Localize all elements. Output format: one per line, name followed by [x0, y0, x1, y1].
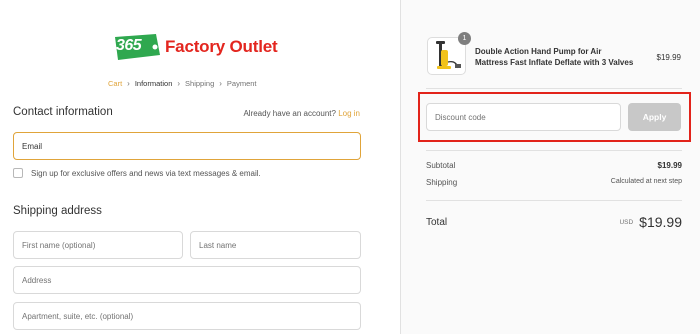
email-field[interactable]: Email [13, 132, 361, 160]
total-label: Total [426, 216, 448, 228]
total-row: Total USD $19.99 [426, 214, 682, 230]
account-prompt: Already have an account? Log in [243, 109, 360, 118]
product-price: $19.99 [656, 53, 681, 62]
first-name-placeholder: First name (optional) [22, 240, 96, 250]
contact-section-title: Contact information [13, 106, 113, 118]
breadcrumb-cart[interactable]: Cart [108, 79, 122, 88]
address-placeholder: Address [22, 275, 52, 285]
divider [426, 150, 682, 151]
marketing-label: Sign up for exclusive offers and news vi… [31, 168, 261, 178]
last-name-placeholder: Last name [199, 240, 237, 250]
last-name-field[interactable]: Last name [190, 231, 361, 259]
subtotal-row: Subtotal $19.99 [426, 161, 682, 170]
total-amount: USD $19.99 [619, 214, 682, 230]
chevron-right-icon: › [219, 79, 222, 88]
shipping-label: Shipping [426, 178, 458, 187]
discount-code-input[interactable]: Discount code [426, 103, 621, 131]
logo-number: 365 [116, 37, 142, 54]
chevron-right-icon: › [127, 79, 130, 88]
apartment-placeholder: Apartment, suite, etc. (optional) [22, 311, 134, 321]
email-placeholder: Email [22, 141, 43, 151]
shipping-section-title: Shipping address [13, 205, 102, 217]
quantity-badge: 1 [458, 32, 471, 45]
breadcrumb: Cart › Information › Shipping › Payment [108, 79, 257, 88]
apartment-field[interactable]: Apartment, suite, etc. (optional) [13, 302, 361, 330]
divider [426, 88, 682, 89]
currency-code: USD [619, 218, 634, 226]
divider [426, 200, 682, 201]
discount-placeholder: Discount code [435, 112, 486, 122]
total-value: $19.99 [639, 214, 682, 230]
address-field[interactable]: Address [13, 266, 361, 294]
product-name: Double Action Hand Pump for Air Mattress… [475, 47, 634, 67]
breadcrumb-information: Information [134, 79, 173, 88]
store-logo[interactable]: 365 Factory Outlet [112, 32, 278, 62]
checkout-main-panel: 365 Factory Outlet Cart › Information › … [0, 0, 400, 334]
login-link[interactable]: Log in [338, 109, 360, 118]
shipping-row: Shipping Calculated at next step [426, 178, 682, 187]
apply-discount-button[interactable]: Apply [628, 103, 681, 131]
breadcrumb-payment: Payment [226, 79, 257, 88]
subtotal-label: Subtotal [426, 161, 456, 170]
shipping-value: Calculated at next step [610, 178, 682, 185]
logo-badge: 365 [112, 33, 162, 61]
first-name-field[interactable]: First name (optional) [13, 231, 183, 259]
chevron-right-icon: › [177, 79, 181, 88]
subtotal-value: $19.99 [657, 161, 682, 170]
logo-text: Factory Outlet [165, 37, 278, 56]
account-prompt-text: Already have an account? [243, 109, 336, 118]
marketing-checkbox[interactable] [13, 168, 23, 178]
breadcrumb-shipping: Shipping [185, 79, 215, 88]
marketing-opt-in[interactable]: Sign up for exclusive offers and news vi… [13, 168, 261, 178]
